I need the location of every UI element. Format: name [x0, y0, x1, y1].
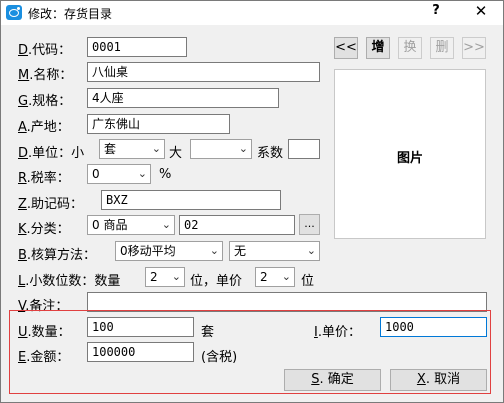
prev-button[interactable]: << [334, 37, 358, 59]
chevron-down-icon: ⌄ [306, 244, 316, 257]
name-label: M.名称： [18, 68, 73, 83]
amount-label: E.金额： [18, 350, 70, 365]
tax-label: R.税率： [18, 171, 70, 186]
next-button[interactable]: >> [462, 37, 486, 59]
percent-label: % [159, 167, 172, 182]
name-input[interactable]: 八仙桌 [87, 62, 320, 82]
swap-button[interactable]: 换 [398, 37, 422, 59]
chevron-down-icon: ⌄ [137, 167, 147, 180]
category-label: K.分类： [18, 222, 70, 237]
spec-input[interactable]: 4人座 [87, 88, 279, 108]
costing-method-select[interactable]: 0移动平均 ⌄ [115, 241, 223, 261]
code-input[interactable]: 0001 [87, 37, 187, 57]
quantity-label: U.数量： [18, 325, 71, 340]
costing-method-value: 0移动平均 [120, 244, 176, 258]
category-code-input[interactable]: 02 [179, 215, 295, 235]
code-label: D.代码： [18, 43, 72, 58]
costing-option-select[interactable]: 无 ⌄ [229, 241, 320, 261]
quantity-unit-label: 套 [201, 325, 215, 340]
qty-decimals-value: 2 [150, 270, 158, 284]
quantity-input[interactable]: 100 [87, 317, 194, 337]
dialog-window: 修改：存货目录 ? ✕ D.代码： 0001 << 增 换 删 >> M.名称：… [0, 0, 504, 403]
factor-label: 系数 [257, 146, 284, 161]
amount-input[interactable]: 100000 [87, 342, 194, 362]
big-unit-select[interactable]: ⌄ [190, 139, 252, 159]
remark-input[interactable] [87, 292, 487, 312]
chevron-down-icon: ⌄ [151, 142, 161, 155]
help-button[interactable]: ? [426, 3, 446, 18]
chevron-down-icon: ⌄ [281, 270, 291, 283]
decimals-mid-label: 位，单价 [190, 274, 243, 289]
price-decimals-value: 2 [260, 270, 268, 284]
tax-value: 0 [92, 167, 100, 181]
close-button[interactable]: ✕ [469, 2, 493, 20]
category-value: 0 商品 [92, 218, 128, 232]
category-more-button[interactable]: ... [299, 214, 320, 235]
costing-option-value: 无 [234, 244, 247, 258]
origin-input[interactable]: 广东佛山 [87, 114, 230, 134]
delete-button[interactable]: 删 [430, 37, 454, 59]
category-select[interactable]: 0 商品 ⌄ [87, 215, 175, 235]
cancel-button[interactable]: X. 取消 [390, 369, 487, 391]
mnemonic-label: Z.助记码： [18, 197, 84, 212]
window-title: 修改：存货目录 [28, 7, 113, 21]
small-unit-select[interactable]: 套 ⌄ [99, 139, 165, 159]
decimals-label: L.小数位数：数量 [18, 274, 121, 289]
decimals-end-label: 位 [301, 274, 315, 289]
chevron-down-icon: ⌄ [171, 270, 181, 283]
costing-label: B.核算方法： [18, 248, 97, 263]
title-bar: 修改：存货目录 ? ✕ [1, 1, 503, 25]
big-unit-label: 大 [169, 146, 183, 161]
chevron-down-icon: ⌄ [238, 142, 248, 155]
app-icon [6, 5, 22, 20]
spec-label: G.规格： [18, 94, 72, 109]
chevron-down-icon: ⌄ [161, 218, 171, 231]
picture-label: 图片 [396, 151, 423, 166]
chevron-down-icon: ⌄ [209, 244, 219, 257]
mnemonic-input[interactable]: BXZ [101, 190, 281, 210]
factor-input[interactable] [288, 139, 320, 159]
tax-select[interactable]: 0 ⌄ [87, 164, 151, 184]
unit-price-input[interactable]: 1000 [380, 317, 487, 337]
unit-label: D.单位：小 [18, 146, 85, 161]
amount-note-label: (含税) [201, 350, 238, 365]
origin-label: A.产地： [18, 120, 70, 135]
qty-decimals-select[interactable]: 2 ⌄ [145, 267, 185, 287]
ok-button[interactable]: S. 确定 [284, 369, 381, 391]
small-unit-value: 套 [104, 142, 117, 156]
unit-price-label: I.单价： [314, 325, 361, 340]
picture-box[interactable]: 图片 [334, 69, 486, 239]
price-decimals-select[interactable]: 2 ⌄ [255, 267, 295, 287]
add-button[interactable]: 增 [366, 37, 390, 59]
